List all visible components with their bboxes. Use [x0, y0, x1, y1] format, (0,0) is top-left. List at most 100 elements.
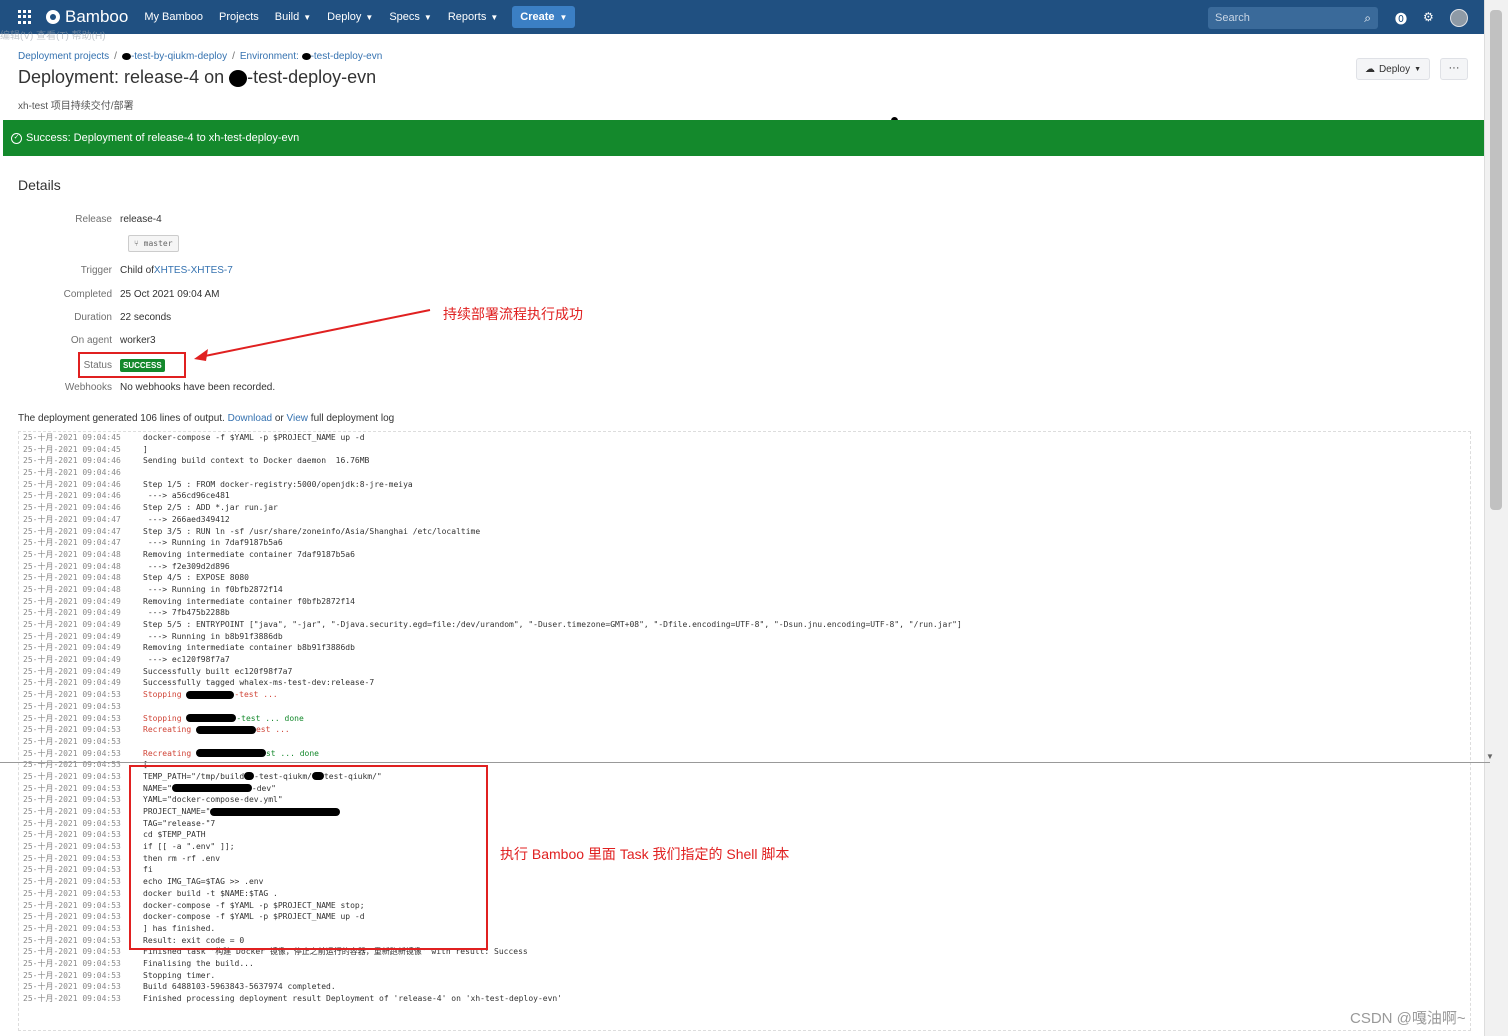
duration-label: Duration	[74, 312, 112, 323]
log-timestamp: 25-十月-2021 09:04:47	[23, 526, 121, 536]
screenshot-seam	[0, 762, 1490, 763]
log-timestamp: 25-十月-2021 09:04:46	[23, 456, 121, 466]
log-text: Recreating st ... done	[139, 748, 319, 760]
log-line: 25-十月-2021 09:04:53 Recreating est ...	[19, 724, 1470, 736]
breadcrumb-project[interactable]: -test-by-qiukm-deploy	[131, 51, 227, 62]
log-timestamp: 25-十月-2021 09:04:53	[23, 900, 121, 910]
log-timestamp: 25-十月-2021 09:04:53	[23, 970, 121, 980]
log-timestamp: 25-十月-2021 09:04:46	[23, 479, 121, 489]
agent-link[interactable]: worker3	[120, 335, 156, 346]
log-text-part: -test ...	[234, 690, 278, 700]
details-heading: Details	[18, 177, 61, 193]
log-text: ---> Running in 7daf9187b5a6	[139, 537, 283, 549]
nav-specs[interactable]: Specs ▼	[389, 11, 432, 23]
output-prefix: The deployment generated 106 lines of ou…	[18, 413, 228, 424]
search-input[interactable]: Search ⌕	[1208, 7, 1378, 29]
trigger-link[interactable]: XHTES-XHTES-7	[154, 265, 233, 276]
scrollbar-thumb[interactable]	[1490, 10, 1502, 510]
log-line: 25-十月-2021 09:04:48 ---> Running in f0bf…	[19, 584, 1470, 596]
overlay-menu-text: 编辑(V) 查看(T) 帮助(H)	[0, 31, 106, 42]
nav-my-bamboo[interactable]: My Bamboo	[144, 11, 203, 23]
log-line: 25-十月-2021 09:04:53 Finalising the build.…	[19, 958, 1470, 970]
page-title: Deployment: release-4 on -test-deploy-ev…	[18, 67, 376, 88]
log-text-part: Step 2/5 : ADD *.jar run.jar	[143, 503, 278, 513]
log-text: Removing intermediate container f0bfb287…	[139, 596, 355, 608]
page-title-prefix: Deployment: release-4 on	[18, 67, 230, 87]
log-timestamp: 25-十月-2021 09:04:49	[23, 608, 121, 618]
log-text: Step 1/5 : FROM docker-registry:5000/ope…	[139, 479, 413, 491]
bamboo-logo[interactable]: Bamboo	[46, 7, 128, 27]
duration-value: 22 seconds	[120, 312, 172, 323]
log-line: 25-十月-2021 09:04:53 Stopping -test ...	[19, 689, 1470, 701]
log-timestamp: 25-十月-2021 09:04:49	[23, 678, 121, 688]
top-navigation: Bamboo My Bamboo Projects Build ▼ Deploy ▼…	[0, 0, 1484, 34]
nav-build[interactable]: Build ▼	[275, 11, 311, 23]
settings-gear-icon[interactable]: ⚙	[1423, 10, 1434, 24]
log-timestamp: 25-十月-2021 09:04:53	[23, 865, 121, 875]
arrow-head	[194, 349, 208, 361]
log-text-part: Successfully built ec120f98f7a7	[143, 666, 293, 676]
download-link[interactable]: Download	[228, 413, 272, 424]
shell-annotation: 执行 Bamboo 里面 Task 我们指定的 Shell 脚本	[500, 846, 790, 862]
log-timestamp: 25-十月-2021 09:04:48	[23, 561, 121, 571]
agent-label: On agent	[70, 335, 112, 346]
redaction-mark	[229, 69, 248, 87]
log-text-part: Finished processing deployment result De…	[143, 994, 563, 1003]
user-avatar[interactable]	[1450, 9, 1468, 27]
log-line: 25-十月-2021 09:04:53 Finished processing d…	[19, 993, 1470, 1005]
log-line: 25-十月-2021 09:04:45 docker-compose -f $YA…	[19, 432, 1470, 444]
view-link[interactable]: View	[287, 413, 309, 424]
help-icon[interactable]: ⓿	[1395, 10, 1407, 27]
log-timestamp: 25-十月-2021 09:04:53	[23, 713, 121, 723]
log-timestamp: 25-十月-2021 09:04:53	[23, 701, 121, 711]
log-timestamp: 25-十月-2021 09:04:53	[23, 842, 121, 852]
log-text: Build 6488103-5963843-5637974 completed.	[139, 981, 336, 993]
nav-reports[interactable]: Reports ▼	[448, 11, 498, 23]
log-text-part: Stopping	[143, 690, 187, 700]
log-text: Step 5/5 : ENTRYPOINT ["java", "-jar", "…	[139, 619, 962, 631]
log-timestamp: 25-十月-2021 09:04:53	[23, 690, 121, 700]
log-timestamp: 25-十月-2021 09:04:53	[23, 888, 121, 898]
log-timestamp: 25-十月-2021 09:04:53	[23, 748, 121, 758]
log-text-part: ---> 266aed349412	[143, 514, 230, 524]
log-timestamp: 25-十月-2021 09:04:49	[23, 666, 121, 676]
page-scrollbar[interactable]	[1484, 0, 1508, 1036]
breadcrumb-environment[interactable]: -test-deploy-evn	[311, 51, 383, 62]
log-timestamp: 25-十月-2021 09:04:49	[23, 596, 121, 606]
log-line: 25-十月-2021 09:04:47 Step 3/5 : RUN ln -sf…	[19, 526, 1470, 538]
log-text: Sending build context to Docker daemon 1…	[139, 455, 369, 467]
log-timestamp: 25-十月-2021 09:04:53	[23, 853, 121, 863]
log-text-part: Step 5/5 : ENTRYPOINT ["java", "-jar", "…	[143, 620, 962, 629]
breadcrumb-deployment-projects[interactable]: Deployment projects	[18, 51, 109, 62]
annotation-arrow	[194, 309, 431, 361]
detail-duration: Duration 22 seconds	[0, 312, 171, 323]
log-line: 25-十月-2021 09:04:49 ---> Running in b8b9…	[19, 631, 1470, 643]
log-text-part: ---> 7fb475b2288b	[143, 608, 230, 618]
log-text-part: Successfully tagged whalex-ms-test-dev:r…	[143, 678, 375, 688]
log-line: 25-十月-2021 09:04:53 Build 6488103-5963843…	[19, 981, 1470, 993]
log-timestamp: 25-十月-2021 09:04:53	[23, 958, 121, 968]
create-button[interactable]: Create ▼	[512, 6, 576, 28]
nav-deploy[interactable]: Deploy ▼	[327, 11, 373, 23]
log-text: ---> a56cd96ce481	[139, 490, 230, 502]
apps-grid-icon[interactable]	[18, 10, 32, 24]
search-icon: ⌕	[1364, 11, 1371, 25]
log-text: Successfully built ec120f98f7a7	[139, 666, 292, 678]
log-text: Stopping -test ...	[139, 689, 278, 701]
log-text-part: est ...	[255, 725, 290, 735]
create-label: Create	[520, 11, 555, 23]
branch-name: master	[143, 239, 173, 248]
branch-badge: ⑂ master	[128, 235, 179, 252]
breadcrumb-environment-label[interactable]: Environment:	[240, 51, 302, 62]
check-circle-icon: ✓	[11, 132, 22, 144]
log-text-part: ---> f2e309d2d896	[143, 561, 230, 571]
log-line: 25-十月-2021 09:04:53 Stopping timer.	[19, 970, 1470, 982]
scroll-down-icon[interactable]: ▼	[1486, 752, 1496, 762]
deploy-button-label: Deploy	[1378, 63, 1411, 75]
log-line: 25-十月-2021 09:04:46 Step 2/5 : ADD *.jar …	[19, 502, 1470, 514]
more-actions-button[interactable]: ···	[1440, 58, 1468, 80]
detail-webhooks: Webhooks No webhooks have been recorded.	[0, 382, 275, 393]
nav-projects[interactable]: Projects	[219, 11, 259, 23]
deploy-button[interactable]: ☁ Deploy ▼	[1356, 58, 1430, 80]
release-link[interactable]: release-4	[120, 214, 162, 225]
